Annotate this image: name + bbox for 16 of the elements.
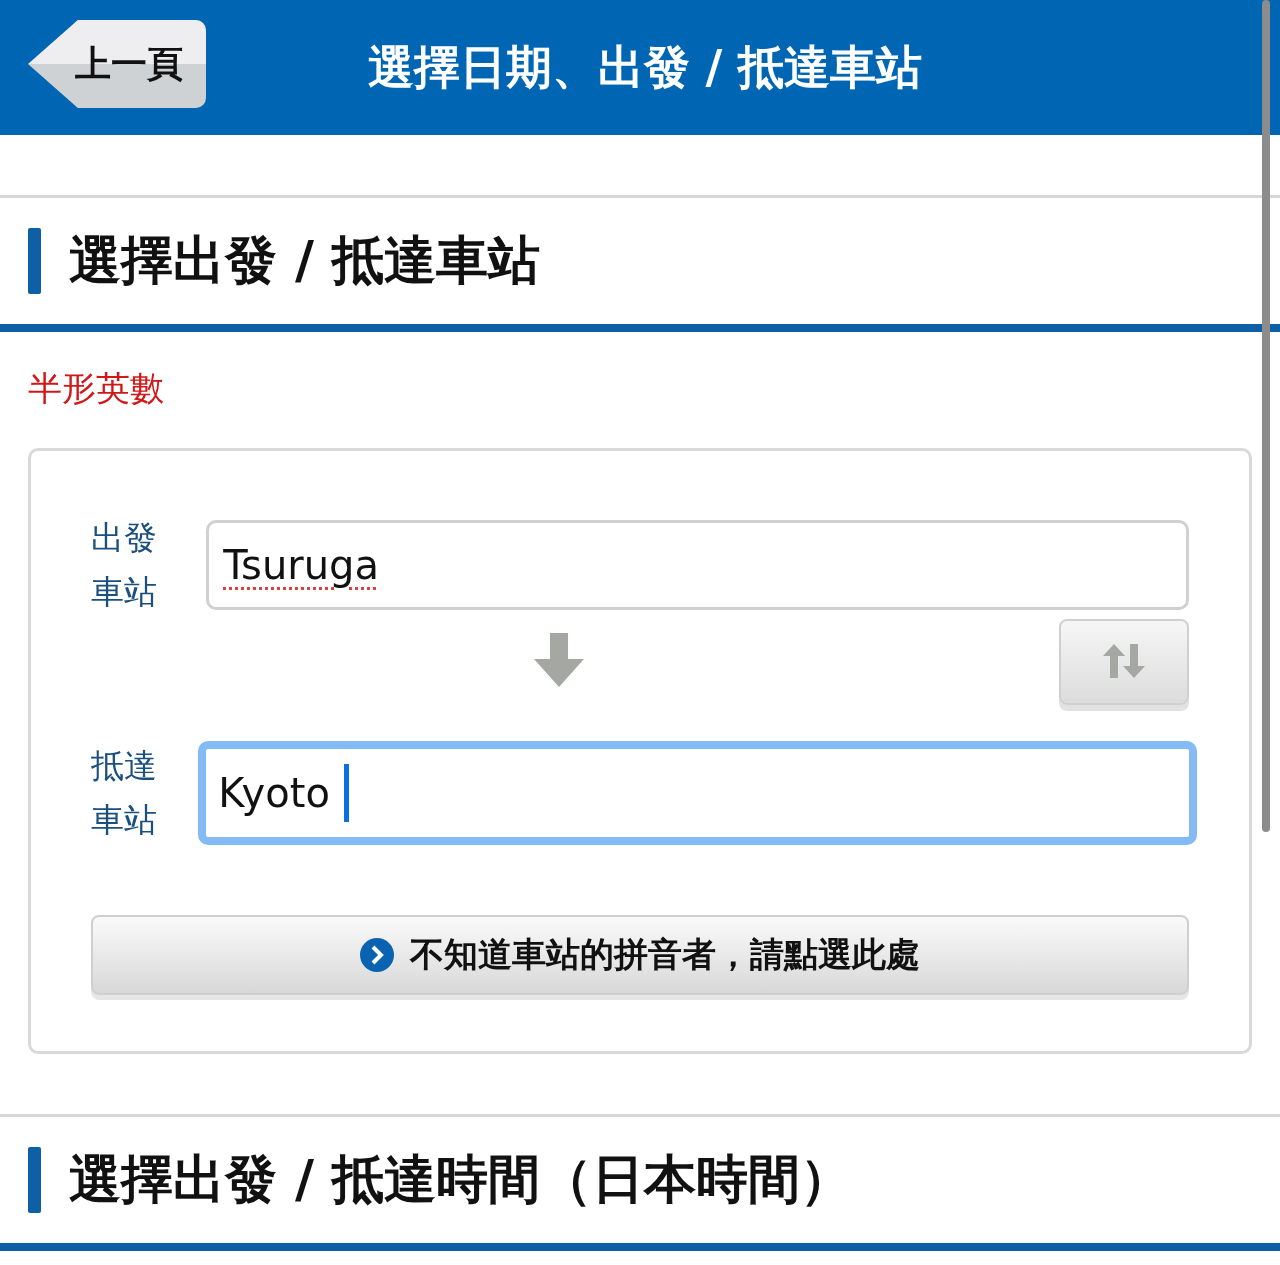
section-title: 選擇出發 / 抵達車站 (69, 229, 541, 292)
down-arrow-icon (534, 633, 584, 687)
section-title: 選擇出發 / 抵達時間（日本時間） (69, 1148, 853, 1211)
text-caret (343, 764, 349, 822)
station-field[interactable]: Tsuruga (206, 520, 1189, 610)
station-field[interactable]: Kyoto (198, 741, 1197, 845)
heading-marker (28, 228, 41, 294)
chevron-circle-icon (360, 938, 394, 972)
back-button[interactable]: 上一頁 (28, 20, 206, 108)
input-note: 半形英數 (28, 368, 165, 408)
heading-marker (28, 1147, 41, 1213)
scrollbar[interactable] (1262, 0, 1270, 832)
page-title: 選擇日期、出發 / 抵達車站 (366, 38, 923, 96)
swap-arrows-icon (1103, 643, 1145, 678)
field-label: 出發車站 (91, 517, 158, 613)
field-label: 抵達車站 (91, 745, 158, 841)
